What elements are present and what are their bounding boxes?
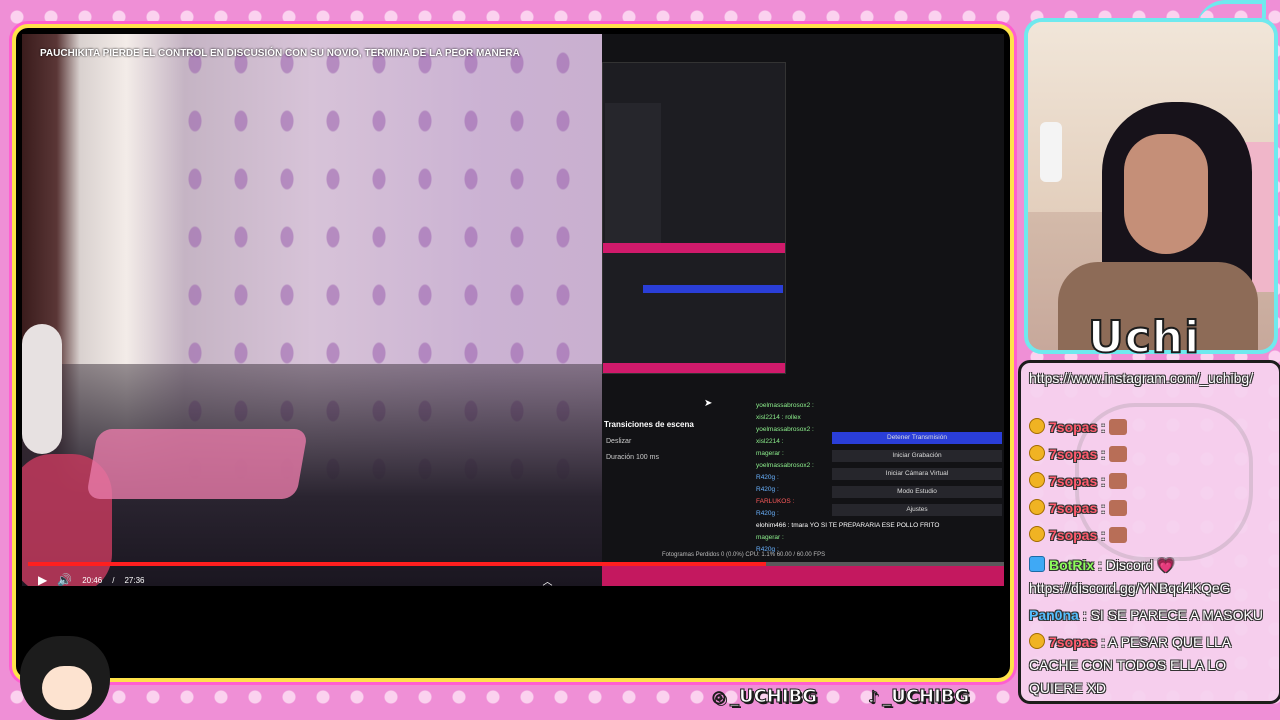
- pillow: [22, 324, 62, 454]
- chat-line: magerar :: [756, 450, 784, 457]
- obs-highlight: [643, 285, 783, 293]
- emote-icon: [1108, 500, 1127, 516]
- chevron-up-icon[interactable]: ︿: [542, 573, 552, 587]
- chat-message: Pan0na : SI SE PARECE A MASOKU: [1029, 607, 1263, 623]
- bedroom-scene: [22, 34, 602, 586]
- chat-line: yoelmassabrosox2 :: [756, 402, 814, 409]
- tiktok-icon: ♪: [867, 687, 879, 707]
- emote-icon: [1108, 446, 1127, 462]
- windows-taskbar: [602, 566, 1004, 586]
- chat-line: xisl2214 :: [756, 438, 784, 445]
- stop-stream-button[interactable]: Detener Transmisión: [832, 432, 1002, 444]
- start-recording-button[interactable]: Iniciar Grabación: [832, 450, 1002, 462]
- scene-transitions-label: Transiciones de escena: [604, 420, 694, 429]
- chat-line: FARLUKOS :: [756, 498, 795, 505]
- chat-user: 7sopas: [1049, 634, 1098, 650]
- mouse-cursor-icon: ➤: [704, 398, 713, 409]
- chat-message: https://www.instagram.com/_uchibg/: [1029, 367, 1273, 390]
- duration-label: Duración: [606, 454, 635, 461]
- studio-mode-button[interactable]: Modo Estudio: [832, 486, 1002, 498]
- streamer-name: Uchi: [1087, 311, 1201, 364]
- obs-taskbar-mini: [603, 363, 785, 373]
- player-controls: ▶ 🔊 20:46 / 27:36 ︿: [28, 568, 612, 586]
- streamer-face: [1124, 134, 1208, 254]
- chat-line: R420g :: [756, 474, 779, 481]
- badge-icon: [1029, 472, 1045, 488]
- instagram-handle: ◎ _UCHIBG: [712, 686, 818, 708]
- cam-bottle: [1040, 122, 1062, 182]
- badge-icon: [1029, 499, 1045, 515]
- progress-bar[interactable]: [28, 562, 1004, 566]
- time-separator: /: [112, 575, 115, 585]
- chat-line: yoelmassabrosox2 :: [756, 426, 814, 433]
- play-icon[interactable]: ▶: [38, 573, 47, 586]
- badge-icon: [1029, 445, 1045, 461]
- chat-line: xisl2214 : rollex: [756, 414, 801, 421]
- instagram-icon: ◎: [712, 687, 727, 707]
- chibi-avatar: [20, 636, 110, 720]
- tiktok-text: _UCHIBG: [882, 686, 970, 708]
- badge-icon: [1029, 526, 1045, 542]
- chat-message: 7sopas :: [1029, 472, 1127, 489]
- video-player[interactable]: Transiciones de escena Deslizar Duración…: [22, 34, 1004, 586]
- chat-text: :: [1101, 527, 1106, 543]
- time-current: 20:46: [82, 575, 103, 585]
- chat-message: 7sopas :: [1029, 499, 1127, 516]
- chat-text: :: [1101, 419, 1106, 435]
- obs-bar: [603, 243, 785, 253]
- chat-message: BotRix : Discord 💗 https://discord.gg/YN…: [1029, 554, 1273, 600]
- progress-fill: [28, 562, 767, 566]
- chat-line: yoelmassabrosox2 :: [756, 462, 814, 469]
- instagram-text: _UCHIBG: [729, 686, 818, 708]
- emote-icon: [1108, 419, 1127, 435]
- badge-icon: [1029, 633, 1045, 649]
- badge-icon: [1029, 418, 1045, 434]
- bot-badge-icon: [1029, 556, 1045, 572]
- chat-user: 7sopas: [1049, 473, 1098, 489]
- chat-message: 7sopas :: [1029, 418, 1127, 435]
- duration-value[interactable]: 100 ms: [636, 454, 659, 461]
- chat-line: R420g :: [756, 510, 779, 517]
- obs-controls: Detener Transmisión Iniciar Grabación In…: [832, 432, 1002, 572]
- video-title: PAUCHIKITA PIERDE EL CONTROL EN DISCUSIÓ…: [40, 48, 520, 59]
- chat-text: :: [1101, 473, 1106, 489]
- obs-stats: Fotogramas Perdidos 0 (0.0%) CPU: 1.1% 6…: [662, 552, 826, 558]
- webcam: [1024, 18, 1278, 354]
- chat-panel: https://www.instagram.com/_uchibg/ 7sopa…: [1018, 360, 1280, 704]
- chat-user: 7sopas: [1049, 527, 1098, 543]
- chat-user: 7sopas: [1049, 500, 1098, 516]
- time-total: 27:36: [124, 575, 145, 585]
- transition-select[interactable]: Deslizar: [606, 438, 631, 445]
- chat-message: 7sopas :: [1029, 445, 1127, 462]
- emote-icon: [1108, 473, 1127, 489]
- pink-object: [85, 429, 309, 499]
- chat-user: Pan0na: [1029, 607, 1079, 623]
- obs-mini-window: [602, 62, 786, 374]
- tiktok-handle: ♪ _UCHIBG: [867, 686, 970, 708]
- chat-text: :: [1101, 500, 1106, 516]
- chat-text: https://www.instagram.com/_uchibg/: [1029, 370, 1254, 386]
- chat-user: 7sopas: [1049, 446, 1098, 462]
- avatar-face: [42, 666, 92, 710]
- chat-line: magerar :: [756, 534, 784, 541]
- chat-user: BotRix: [1049, 557, 1095, 573]
- chat-user: 7sopas: [1049, 419, 1098, 435]
- settings-button[interactable]: Ajustes: [832, 504, 1002, 516]
- chat-line: R420g :: [756, 486, 779, 493]
- emote-icon: [1108, 527, 1127, 543]
- obs-screen: Transiciones de escena Deslizar Duración…: [602, 34, 1004, 586]
- volume-icon[interactable]: 🔊: [57, 573, 72, 586]
- virtual-camera-button[interactable]: Iniciar Cámara Virtual: [832, 468, 1002, 480]
- chat-message: 7sopas : A PESAR QUE LLA CACHE CON TODOS…: [1029, 631, 1273, 700]
- chat-text: : SI SE PARECE A MASOKU: [1082, 607, 1263, 623]
- video-frame: Transiciones de escena Deslizar Duración…: [12, 24, 1014, 682]
- chat-text: :: [1101, 446, 1106, 462]
- obs-dock: [605, 103, 661, 253]
- chat-message: 7sopas :: [1029, 526, 1127, 543]
